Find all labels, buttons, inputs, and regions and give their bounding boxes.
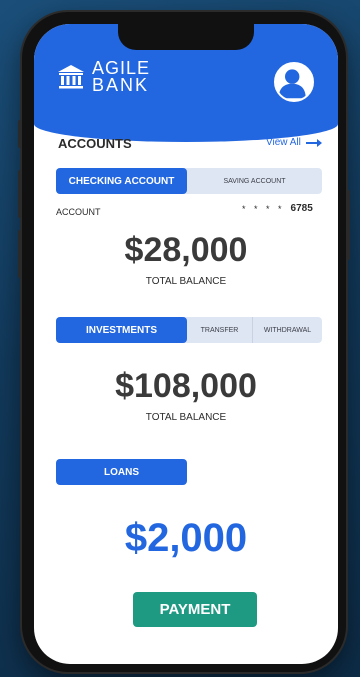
investments-balance-label: TOTAL BALANCE [145, 412, 227, 423]
tab-investments[interactable]: INVESTMENTS [56, 317, 187, 343]
phone-notch [118, 24, 254, 50]
phone-side-button [346, 190, 350, 260]
investment-tabs: INVESTMENTS TRANSFER WITHDRAWAL [56, 317, 322, 343]
arrow-right-icon [305, 138, 322, 147]
account-last4: 6785 [290, 203, 313, 214]
account-mask: * * * * [242, 203, 285, 214]
checking-balance: $28,000 [124, 231, 248, 269]
payment-button[interactable]: PAYMENT [133, 592, 257, 627]
tab-transfer[interactable]: TRANSFER [187, 317, 253, 343]
view-all-label: View All [266, 137, 301, 148]
phone-screen: AGILE BANK ACCOUNTS View All CHECKING AC… [34, 24, 338, 664]
tab-withdrawal[interactable]: WITHDRAWAL [253, 317, 322, 343]
main-content: ACCOUNTS View All CHECKING ACCOUNT SAVIN… [34, 24, 338, 664]
phone-side-button [18, 170, 22, 218]
phone-side-button [18, 230, 22, 278]
loan-amount: $2,000 [124, 516, 248, 560]
account-type-tabs: CHECKING ACCOUNT SAVING ACCOUNT [56, 168, 322, 194]
tab-saving-account[interactable]: SAVING ACCOUNT [187, 168, 322, 194]
view-all-link[interactable]: View All [266, 137, 322, 148]
investments-balance: $108,000 [115, 367, 257, 405]
account-number: * * * * 6785 [242, 203, 313, 214]
accounts-title: ACCOUNTS [58, 136, 132, 151]
account-label: ACCOUNT [56, 207, 101, 217]
loans-button[interactable]: LOANS [56, 459, 187, 485]
phone-side-button [18, 120, 22, 148]
checking-balance-label: TOTAL BALANCE [145, 276, 227, 287]
tab-checking-account[interactable]: CHECKING ACCOUNT [56, 168, 187, 194]
